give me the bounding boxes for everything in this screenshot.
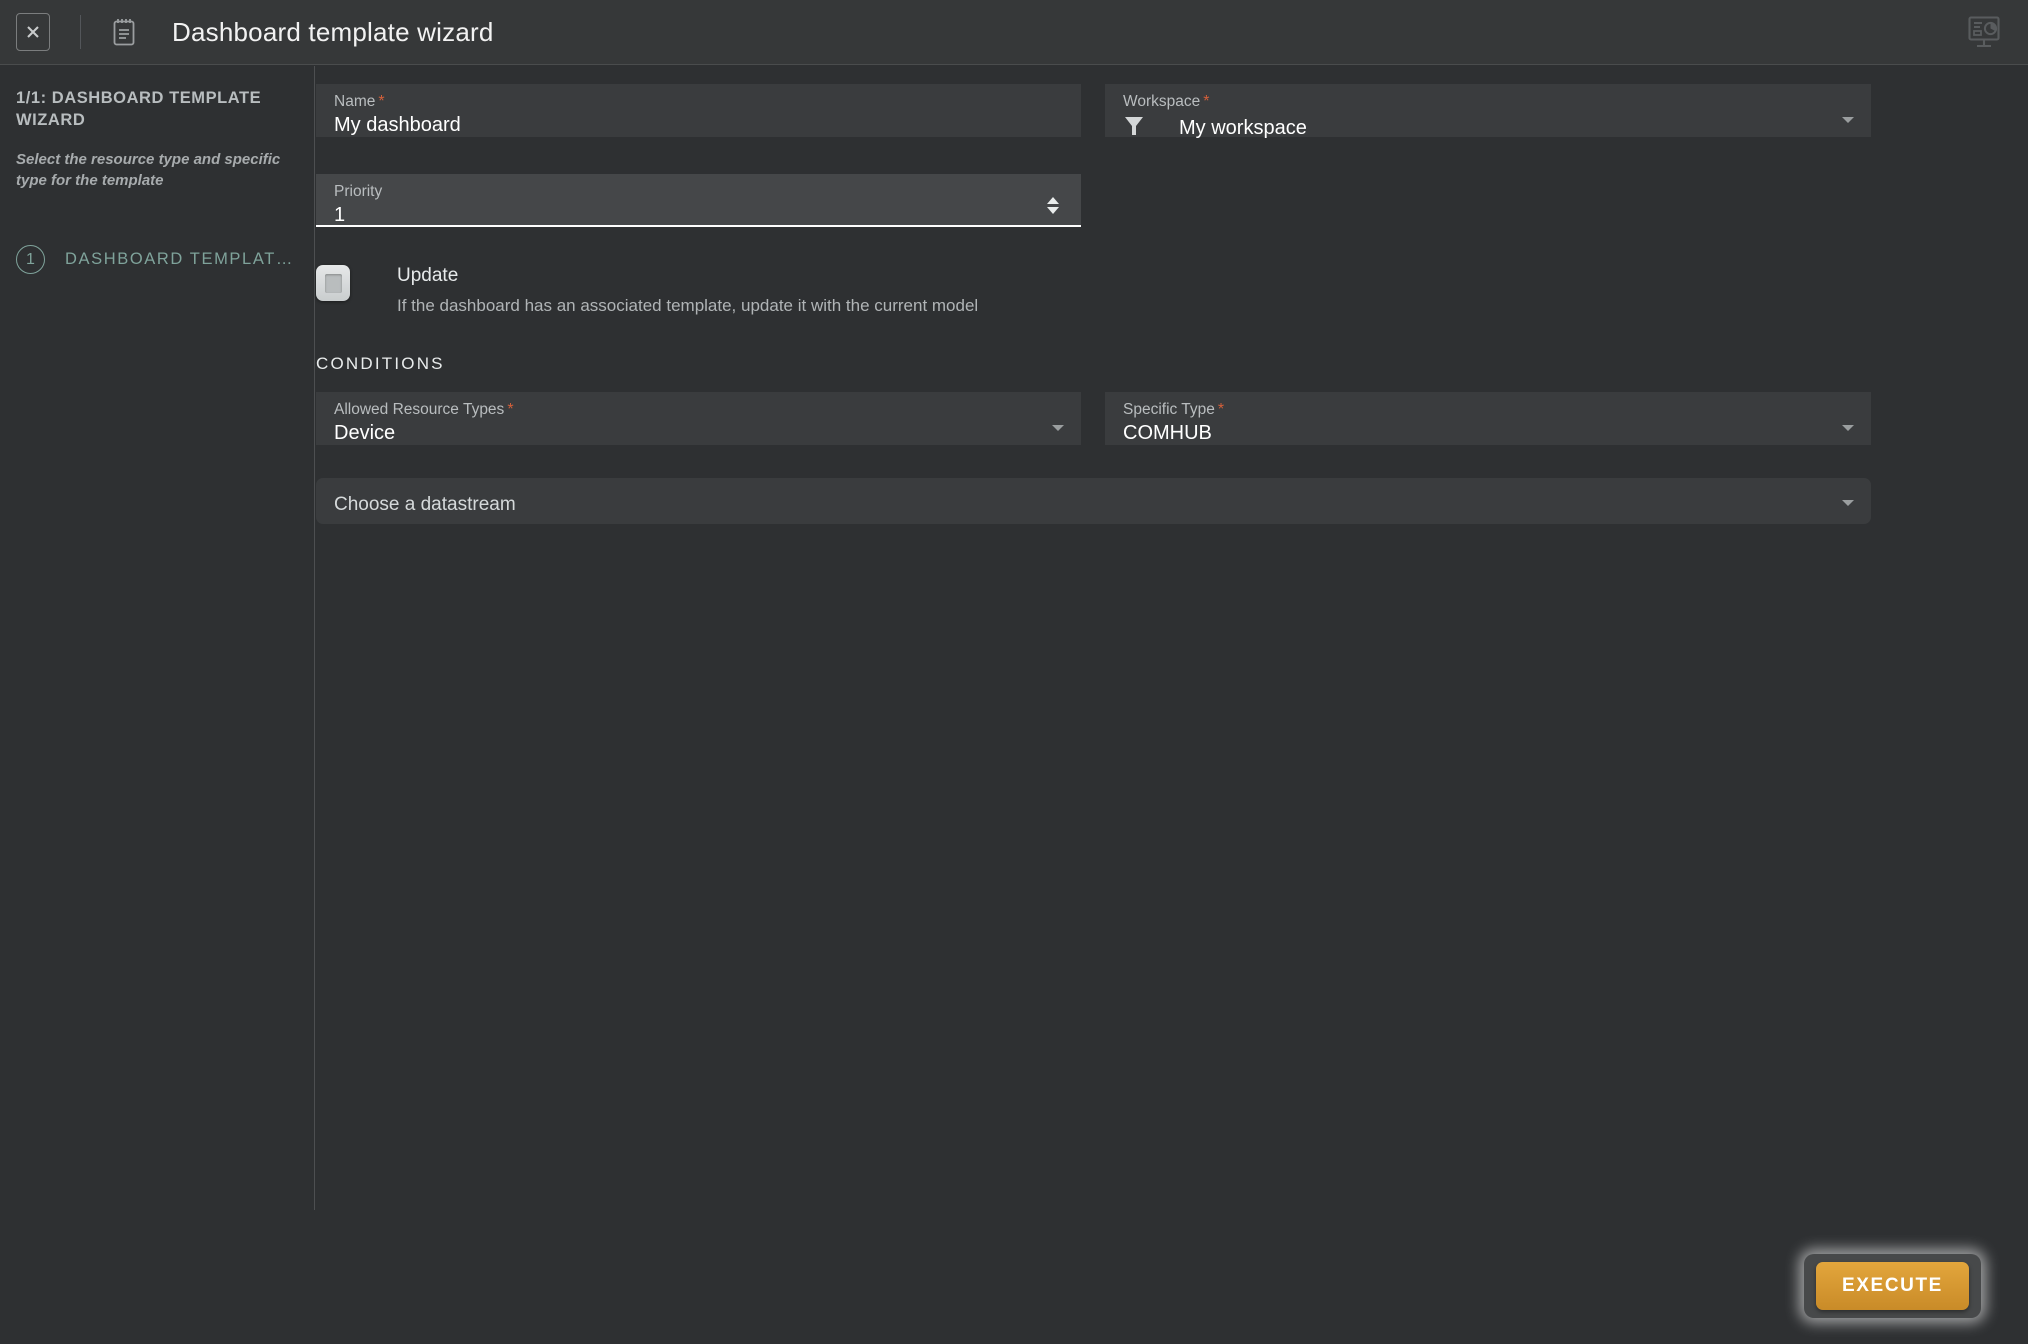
execute-button[interactable]: EXECUTE (1816, 1262, 1969, 1310)
notepad-icon (111, 17, 137, 47)
conditions-heading: CONDITIONS (316, 354, 445, 373)
required-marker: * (507, 401, 514, 418)
chevron-down-icon[interactable] (1842, 425, 1854, 431)
name-field[interactable]: Name * My dashboard (316, 84, 1081, 137)
update-description: If the dashboard has an associated templ… (397, 296, 979, 315)
priority-input[interactable]: 1 (334, 204, 1065, 227)
dashboard-monitor-icon[interactable] (1962, 13, 2006, 51)
update-label: Update (397, 265, 459, 286)
datastream-select[interactable]: Choose a datastream (316, 478, 1871, 524)
chevron-down-icon[interactable] (1842, 117, 1854, 123)
funnel-filter-icon (1123, 114, 1145, 143)
titlebar: Dashboard template wizard (0, 0, 2028, 65)
specific-type-value: COMHUB (1123, 422, 1212, 444)
allowed-resource-types-field[interactable]: Allowed Resource Types * Device (316, 392, 1081, 445)
update-checkbox[interactable] (316, 265, 350, 301)
name-label: Name * (334, 93, 385, 110)
name-input[interactable]: My dashboard (334, 114, 1065, 137)
titlebar-divider (80, 15, 81, 49)
stepper-up-icon[interactable] (1047, 197, 1059, 204)
quantity-stepper[interactable] (1047, 197, 1059, 214)
close-button[interactable] (16, 13, 50, 51)
required-marker: * (378, 93, 385, 110)
specific-type-label: Specific Type * (1123, 401, 1225, 418)
chevron-down-icon[interactable] (1052, 425, 1064, 431)
workspace-field[interactable]: Workspace * My workspace (1105, 84, 1871, 139)
close-x-icon (24, 23, 42, 41)
page-title: Dashboard template wizard (172, 16, 494, 47)
wizard-sidebar: 1/1: DASHBOARD TEMPLATE WIZARD Select th… (0, 66, 315, 1210)
specific-type-field[interactable]: Specific Type * COMHUB (1105, 392, 1871, 445)
allowed-resource-types-value: Device (334, 422, 396, 444)
workspace-value: My workspace (1179, 117, 1307, 139)
datastream-placeholder: Choose a datastream (334, 494, 516, 515)
chevron-down-icon[interactable] (1842, 500, 1854, 506)
step-number-badge: 1 (16, 245, 45, 275)
workspace-label: Workspace * (1123, 93, 1210, 110)
step-label: DASHBOARD TEMPLAT… (65, 250, 294, 269)
update-option-row: Update If the dashboard has an associate… (316, 265, 978, 316)
main-form: Name * My dashboard Workspace * My workspa… (316, 66, 2028, 1344)
allowed-resource-types-label: Allowed Resource Types * (334, 401, 514, 418)
required-marker: * (1203, 93, 1210, 110)
wizard-step-description: Select the resource type and specific ty… (16, 150, 281, 190)
required-marker: * (1217, 401, 1225, 418)
priority-field[interactable]: Priority 1 (316, 174, 1081, 227)
priority-label: Priority (334, 183, 383, 200)
checkbox-inner (324, 273, 342, 293)
stepper-down-icon[interactable] (1047, 207, 1059, 214)
execute-button-focus-ring: EXECUTE (1804, 1254, 1981, 1318)
sidebar-item-dashboard-template[interactable]: 1 DASHBOARD TEMPLAT… (16, 245, 294, 275)
wizard-step-title: 1/1: DASHBOARD TEMPLATE WIZARD (16, 89, 262, 129)
